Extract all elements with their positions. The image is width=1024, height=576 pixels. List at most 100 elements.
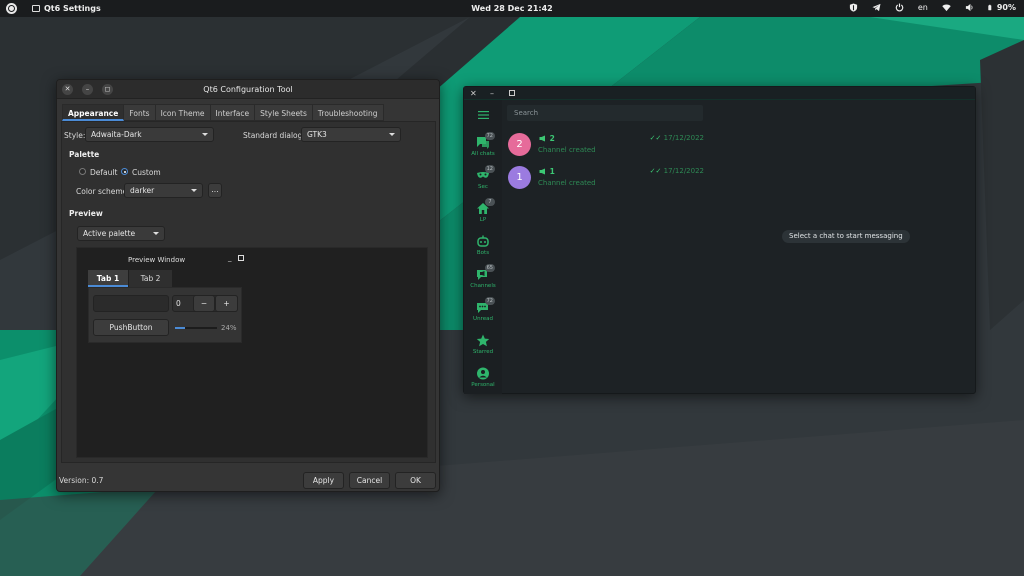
folder-label: Sec (478, 184, 488, 190)
preview-window-title: Preview Window (128, 256, 186, 264)
chat-list-item[interactable]: 1 1 Channel created ✓✓ 17/12/2022 (506, 166, 706, 196)
folder-label: Channels (470, 283, 496, 289)
folder-starred[interactable]: Starred (464, 334, 502, 355)
app-menu[interactable]: Qt6 Settings (32, 4, 101, 13)
tab-icon-theme[interactable]: Icon Theme (155, 104, 211, 121)
chat-date: ✓✓ 17/12/2022 (650, 134, 704, 142)
edit-scheme-button[interactable]: ... (208, 183, 222, 198)
style-combo[interactable]: Adwaita-Dark (85, 127, 214, 142)
standard-dialogs-value: GTK3 (307, 130, 327, 139)
folder-lp[interactable]: 7 LP (464, 198, 502, 223)
window-title: Qt6 Configuration Tool (203, 85, 293, 94)
channel-megaphone-icon (539, 135, 545, 142)
preview-line-edit[interactable] (93, 295, 169, 312)
keyboard-layout[interactable]: en (918, 3, 928, 12)
hamburger-menu-icon[interactable] (478, 111, 489, 119)
telegram-titlebar[interactable]: ✕ – (464, 87, 975, 100)
style-combo-value: Adwaita-Dark (91, 130, 142, 139)
search-input[interactable]: Search (507, 105, 703, 121)
minimize-icon[interactable]: – (490, 89, 494, 98)
chat-avatar: 1 (508, 166, 531, 189)
clock[interactable]: Wed 28 Dec 21:42 (471, 4, 552, 13)
spinbox-value: 0 (176, 299, 181, 308)
power-icon[interactable] (895, 3, 904, 12)
folder-badge: 72 (484, 297, 495, 305)
standard-dialogs-combo[interactable]: GTK3 (301, 127, 401, 142)
folder-all-chats[interactable]: 72 All chats (464, 132, 502, 157)
apply-button[interactable]: Apply (303, 472, 344, 489)
radio-custom-label: Custom (132, 168, 161, 177)
telegram-tray-icon[interactable] (872, 3, 881, 12)
chat-name-text: 2 (549, 134, 555, 143)
chevron-down-icon (191, 189, 197, 192)
preview-progress-fill (175, 327, 186, 329)
preview-heading: Preview (69, 209, 103, 218)
tab-fonts[interactable]: Fonts (124, 104, 156, 121)
chat-avatar: 2 (508, 133, 531, 156)
system-tray: en 90% (849, 3, 1016, 12)
chevron-down-icon (153, 232, 159, 235)
preview-progress-label: 24% (221, 324, 237, 332)
cancel-button[interactable]: Cancel (349, 472, 390, 489)
folder-bots[interactable]: Bots (464, 235, 502, 256)
palette-select-value: Active palette (83, 229, 136, 238)
folder-channels[interactable]: 65 Channels (464, 264, 502, 289)
double-check-icon: ✓✓ (649, 134, 662, 142)
folder-badge: 12 (484, 165, 495, 173)
app-menu-label: Qt6 Settings (44, 4, 101, 13)
chevron-down-icon (202, 133, 208, 136)
radio-custom[interactable] (121, 168, 128, 175)
channel-megaphone-icon (539, 168, 545, 175)
folder-personal[interactable]: Personal (464, 367, 502, 388)
star-icon (476, 334, 490, 347)
palette-select[interactable]: Active palette (77, 226, 165, 241)
tab-appearance[interactable]: Appearance (62, 104, 125, 121)
folder-badge: 72 (484, 132, 495, 140)
chat-name-text: 1 (549, 167, 555, 176)
chat-date-text: 17/12/2022 (663, 167, 704, 175)
tab-interface[interactable]: Interface (210, 104, 256, 121)
shield-icon[interactable] (849, 3, 858, 12)
battery-indicator[interactable]: 90% (988, 3, 1016, 12)
folder-label: Bots (476, 250, 490, 256)
folder-unread[interactable]: 72 Unread (464, 297, 502, 322)
app-window-icon (32, 5, 40, 12)
top-panel: Qt6 Settings Wed 28 Dec 21:42 en 90% (0, 0, 1024, 17)
maximize-icon[interactable] (509, 90, 515, 96)
spin-plus-button[interactable]: + (215, 295, 238, 312)
chat-last-message: Channel created (538, 179, 596, 187)
bot-icon (477, 235, 489, 247)
folder-label: LP (479, 217, 487, 223)
style-label: Style: (64, 131, 86, 140)
close-icon[interactable]: ✕ (470, 89, 477, 98)
preview-tab-1[interactable]: Tab 1 (88, 270, 128, 287)
chat-list-item[interactable]: 2 2 Channel created ✓✓ 17/12/2022 (506, 133, 706, 163)
activities-logo-icon[interactable] (6, 3, 17, 14)
chat-last-message: Channel created (538, 146, 596, 154)
tab-troubleshooting[interactable]: Troubleshooting (312, 104, 384, 121)
folder-badge: 65 (484, 264, 495, 272)
preview-push-button[interactable]: PushButton (93, 319, 169, 336)
person-icon (477, 367, 489, 380)
tab-bar: Appearance Fonts Icon Theme Interface St… (62, 104, 384, 121)
chat-date: ✓✓ 17/12/2022 (650, 167, 704, 175)
preview-maximize-icon[interactable] (238, 255, 244, 261)
palette-heading: Palette (69, 150, 100, 159)
spin-minus-button[interactable]: − (193, 295, 215, 312)
preview-tab-2[interactable]: Tab 2 (129, 270, 172, 287)
tab-style-sheets[interactable]: Style Sheets (255, 104, 313, 121)
wifi-icon[interactable] (942, 3, 951, 12)
battery-icon (988, 4, 992, 11)
radio-default[interactable] (79, 168, 86, 175)
window-titlebar[interactable]: ✕ – ◻ Qt6 Configuration Tool (57, 80, 439, 99)
empty-chat-hint: Select a chat to start messaging (782, 230, 910, 243)
folder-sec[interactable]: 12 Sec (464, 165, 502, 190)
ok-button[interactable]: OK (395, 472, 436, 489)
preview-minimize-icon[interactable]: _ (228, 254, 232, 262)
standard-dialogs-label: Standard dialogs: (243, 131, 309, 140)
volume-icon[interactable] (965, 3, 974, 12)
battery-percent: 90% (996, 3, 1016, 12)
folder-label: Personal (471, 382, 495, 388)
color-scheme-combo[interactable]: darker (124, 183, 203, 198)
folder-badge: 7 (485, 198, 495, 206)
